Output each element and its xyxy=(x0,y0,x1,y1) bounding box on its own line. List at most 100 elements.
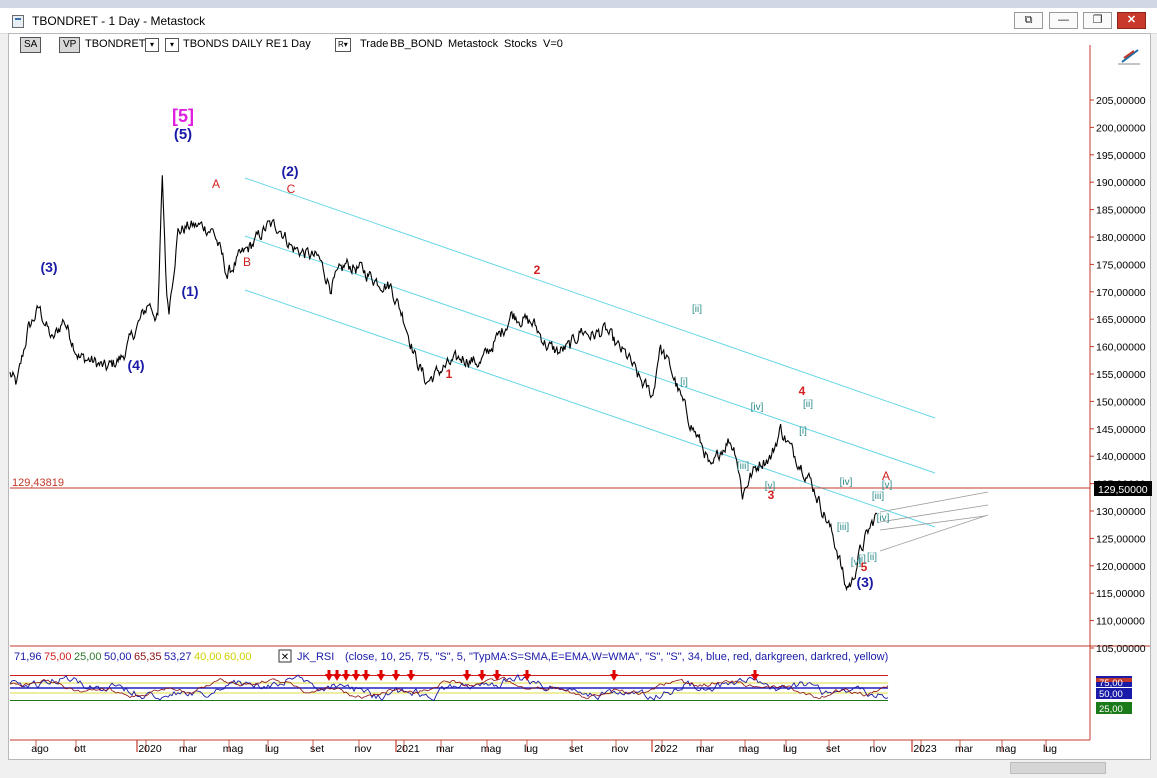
x-tick-label: nov xyxy=(612,743,630,755)
x-tick-label: 2020 xyxy=(138,743,162,755)
x-tick-label: lug xyxy=(783,743,797,755)
x-tick-label: mar xyxy=(179,743,198,755)
x-tick-label: nov xyxy=(870,743,888,755)
wave-label: A xyxy=(212,177,220,191)
wave-label: (3) xyxy=(856,574,873,590)
sell-arrow-stem xyxy=(465,670,469,675)
sell-arrow-stem xyxy=(612,670,616,675)
rsi-label-25: 25,00 xyxy=(1099,704,1123,715)
sell-arrow-icon xyxy=(333,674,341,681)
chevron-down-icon: ▾ xyxy=(343,40,348,49)
rsi-value: 75,00 xyxy=(44,651,72,663)
volume-label: V=0 xyxy=(543,38,563,50)
wave-label: [iv] xyxy=(840,477,853,488)
y-tick-label: 205,00000 xyxy=(1096,95,1146,107)
sell-arrow-stem xyxy=(354,670,358,675)
wave-label: 2 xyxy=(534,263,541,277)
symbol-label[interactable]: TBONDRET xyxy=(85,37,146,51)
scrollbar-thumb[interactable] xyxy=(1010,762,1106,774)
x-tick-label: ott xyxy=(74,743,86,755)
sell-arrow-icon xyxy=(325,674,333,681)
wave-label: [ii] xyxy=(867,552,877,563)
x-tick-label: mar xyxy=(696,743,715,755)
y-tick-label: 145,00000 xyxy=(1096,424,1146,436)
r-dropdown[interactable]: R▾ xyxy=(335,37,351,52)
wave-label: (4) xyxy=(127,357,144,373)
chart-toolbar: SA VP TBONDRET ▾ ▾ TBONDS DAILY RE 1 Day… xyxy=(10,34,710,54)
dataset-label[interactable]: TBONDS DAILY RE xyxy=(183,37,281,51)
wave-label: C xyxy=(287,182,296,196)
horizontal-scrollbar[interactable] xyxy=(8,760,1151,778)
sell-arrow-icon xyxy=(342,674,350,681)
rsi-value: 71,96 xyxy=(14,651,42,663)
wave-label: [v] xyxy=(765,481,776,492)
y-tick-label: 115,00000 xyxy=(1096,588,1145,600)
wave-label: [iii] xyxy=(837,522,849,533)
sell-arrow-stem xyxy=(327,670,331,675)
chart-svg: 205,00000 200,00000 195,00000 190,00000 185,… xyxy=(9,45,1152,755)
rsi-value: 65,35 xyxy=(134,651,162,663)
y-tick-label: 170,00000 xyxy=(1096,287,1146,299)
sell-arrow-stem xyxy=(753,670,757,675)
wave-label: [iv] xyxy=(751,402,764,413)
y-tick-label: 120,00000 xyxy=(1096,561,1146,573)
close-icon: ✕ xyxy=(281,652,289,663)
dataset-dropdown-icon[interactable]: ▾ xyxy=(165,37,179,52)
y-tick-label: 125,00000 xyxy=(1096,533,1146,545)
r-label: R▾ xyxy=(335,38,351,52)
rsi-value: 50,00 xyxy=(104,651,132,663)
x-axis: ago ott 2020 mar mag lug set nov 2021 mar mag lug se… xyxy=(31,740,1057,755)
resistance-price-label: 129,43819 xyxy=(12,477,64,489)
y-tick-label: 130,00000 xyxy=(1096,506,1146,518)
chevron-down-icon: ▾ xyxy=(145,38,159,52)
y-tick-label: 180,00000 xyxy=(1096,232,1146,244)
indicator-set-label: BB_BOND xyxy=(390,38,443,50)
wave-label: 1 xyxy=(446,367,453,381)
sell-arrow-stem xyxy=(409,670,413,675)
source-label: Metastock xyxy=(448,38,499,50)
wave-label: 4 xyxy=(799,384,806,398)
x-tick-label: mag xyxy=(223,743,244,755)
y-tick-label: 105,00000 xyxy=(1096,643,1146,655)
vp-button[interactable]: VP xyxy=(59,37,81,53)
channel-line-upper xyxy=(244,177,936,419)
x-tick-label: lug xyxy=(265,743,279,755)
y-tick-label: 190,00000 xyxy=(1096,177,1146,189)
sell-arrow-icon xyxy=(407,674,415,681)
symbol-dropdown-icon[interactable]: ▾ xyxy=(145,37,159,52)
y-tick-label: 155,00000 xyxy=(1096,369,1146,381)
x-tick-label: mag xyxy=(739,743,760,755)
indicator-params: (close, 10, 25, 75, "S", 5, "TypMA:S=SMA… xyxy=(345,651,888,663)
y-tick-label: 200,00000 xyxy=(1096,122,1146,134)
wave-label: [iii] xyxy=(872,491,884,502)
sell-arrow-icon xyxy=(377,674,385,681)
wave-label: [i] xyxy=(680,377,688,388)
asset-class-label: Stocks xyxy=(504,38,538,50)
projection-line xyxy=(879,491,989,513)
sa-button[interactable]: SA xyxy=(20,37,42,53)
sell-arrow-stem xyxy=(344,670,348,675)
x-tick-label: 2023 xyxy=(913,743,937,755)
sell-arrow-stem xyxy=(495,670,499,675)
sell-arrow-icon xyxy=(493,674,501,681)
rsi-value: 53,27 xyxy=(164,651,192,663)
x-tick-label: lug xyxy=(1043,743,1057,755)
wave-label: (3) xyxy=(40,259,57,275)
channel-line-lower xyxy=(244,289,936,528)
sell-arrow-icon xyxy=(610,674,618,681)
current-price-text: 129,50000 xyxy=(1098,484,1148,496)
period-label[interactable]: 1 Day xyxy=(282,37,311,51)
x-tick-label: 2021 xyxy=(396,743,420,755)
wave-label: B xyxy=(243,255,251,269)
sell-arrow-icon xyxy=(392,674,400,681)
y-tick-label: 175,00000 xyxy=(1096,259,1146,271)
sell-arrow-icon xyxy=(352,674,360,681)
wave-label: [ii] xyxy=(803,399,813,410)
y-tick-label: 195,00000 xyxy=(1096,150,1146,162)
channel-line-middle xyxy=(244,235,936,474)
x-tick-label: mag xyxy=(996,743,1017,755)
projection-line xyxy=(879,515,986,531)
mode-label: Trade xyxy=(360,38,389,50)
wave-label: [5] xyxy=(172,106,194,126)
rsi-value: 60,00 xyxy=(224,651,252,663)
